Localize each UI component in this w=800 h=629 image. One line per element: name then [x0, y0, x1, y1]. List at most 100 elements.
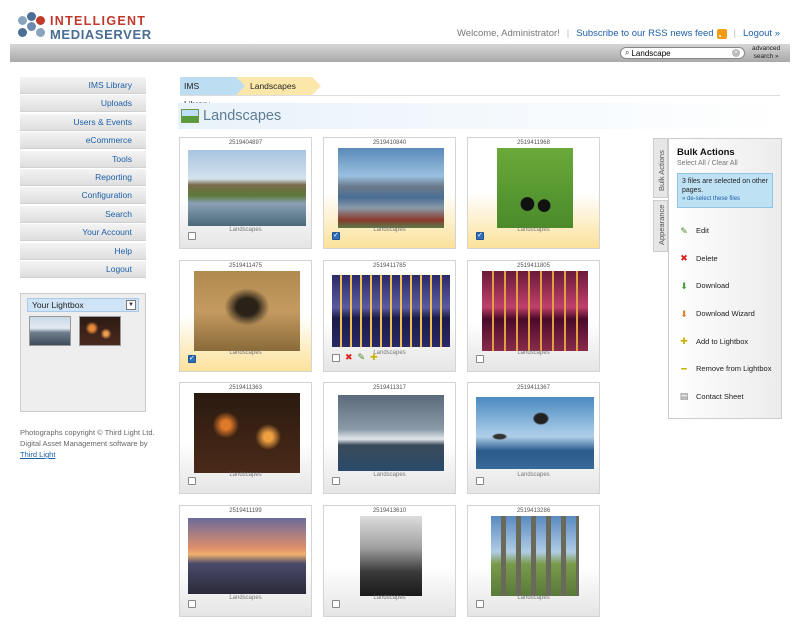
image-card[interactable]: 2519411785 Landscapes ✖ ✎ ✚	[323, 260, 456, 372]
select-all-link[interactable]: Select All	[677, 160, 706, 167]
download-icon: ⬇	[680, 280, 688, 291]
breadcrumb-ims-library[interactable]: IMS Library	[180, 77, 245, 109]
image-card[interactable]: 2519410840 Landscapes	[323, 137, 456, 249]
delete-icon: ✖	[680, 253, 688, 264]
image-card[interactable]: 2519411199 Landscapes	[179, 505, 312, 617]
image-thumbnail[interactable]	[188, 150, 306, 226]
advanced-search-line1: advanced	[752, 45, 781, 52]
download-wizard-action[interactable]: ⬇ Download Wizard	[679, 300, 771, 328]
rss-link[interactable]: Subscribe to our RSS news feed	[576, 28, 713, 39]
tab-appearance[interactable]: Appearance	[653, 200, 668, 252]
folder-image-icon	[181, 109, 199, 123]
advanced-search-link[interactable]: advanced search »	[752, 45, 780, 61]
image-collection: Landscapes	[229, 227, 262, 233]
lightbox-thumb[interactable]	[79, 316, 121, 346]
image-card[interactable]: 2519413610 Landscapes	[323, 505, 456, 617]
sidebar-item-tools[interactable]: Tools	[20, 150, 146, 168]
image-thumbnail[interactable]	[360, 516, 422, 596]
download-wizard-label: Download Wizard	[696, 309, 755, 319]
select-checkbox[interactable]	[332, 353, 340, 362]
image-thumbnail[interactable]	[497, 148, 573, 228]
select-checkbox[interactable]	[332, 600, 340, 608]
lightbox-header[interactable]: Your Lightbox ▼	[27, 298, 139, 312]
image-card[interactable]: 2519411317 Landscapes	[323, 382, 456, 494]
select-checkbox[interactable]	[476, 231, 484, 240]
contact-sheet-action[interactable]: ▤ Contact Sheet	[679, 383, 771, 411]
delete-action[interactable]: ✖ Delete	[679, 245, 771, 273]
tab-bulk-actions-label: Bulk Actions	[657, 150, 666, 191]
bulk-action-list: ✎ Edit ✖ Delete ⬇ Download ⬇ Download Wizard…	[679, 217, 772, 411]
select-checkbox[interactable]	[476, 355, 484, 363]
select-checkbox[interactable]	[188, 600, 196, 608]
image-card[interactable]: 2519411805 Landscapes	[467, 260, 600, 372]
sidebar-item-ims-library[interactable]: IMS Library	[20, 77, 146, 94]
image-collection: Landscapes	[517, 472, 550, 478]
image-card[interactable]: 2519404897 Landscapes	[179, 137, 312, 249]
search-input[interactable]: ⌕ Landscape ×	[620, 47, 745, 59]
image-thumbnail[interactable]	[482, 271, 588, 351]
image-card[interactable]: 2519411363 Landscapes	[179, 382, 312, 494]
clear-search-icon[interactable]: ×	[732, 49, 740, 57]
image-id: 2519411475	[229, 263, 262, 269]
image-collection: Landscapes	[229, 350, 262, 356]
sidebar-item-logout[interactable]: Logout	[20, 260, 146, 278]
image-id: 2519411785	[373, 263, 406, 269]
image-card[interactable]: 2519413286 Landscapes	[467, 505, 600, 617]
image-card[interactable]: 2519411968 Landscapes	[467, 137, 600, 249]
image-collection: Landscapes	[229, 595, 262, 601]
image-card[interactable]: 2519411367 Landscapes	[467, 382, 600, 494]
image-id: 2519413610	[372, 508, 407, 514]
sidebar-item-configuration[interactable]: Configuration	[20, 187, 146, 205]
sidebar-item-reporting[interactable]: Reporting	[20, 168, 146, 186]
search-icon: ⌕	[625, 48, 630, 57]
add-icon[interactable]: ✚	[370, 353, 378, 362]
image-collection: Landscapes	[373, 595, 406, 601]
sidebar-item-users-events[interactable]: Users & Events	[20, 113, 146, 131]
select-checkbox[interactable]	[332, 477, 340, 485]
sidebar-item-help[interactable]: Help	[20, 242, 146, 260]
top-links: Welcome, Administrator! | Subscribe to o…	[457, 28, 780, 39]
tab-bulk-actions[interactable]: Bulk Actions	[653, 138, 668, 198]
image-thumbnail[interactable]	[332, 275, 450, 347]
image-thumbnail[interactable]	[194, 271, 300, 351]
logo[interactable]: INTELLIGENT MEDIASERVER	[18, 12, 158, 42]
card-toolbar: ✖ ✎ ✚	[332, 353, 378, 362]
deselect-link[interactable]: » de-select these files	[682, 195, 768, 204]
image-card[interactable]: 2519411475 Landscapes	[179, 260, 312, 372]
logout-link[interactable]: Logout »	[743, 28, 780, 39]
edit-icon: ✎	[680, 225, 688, 236]
third-light-link[interactable]: Third Light	[20, 450, 55, 459]
lightbox-panel: Your Lightbox ▼	[20, 293, 146, 412]
logo-line1: INTELLIGENT	[50, 14, 147, 28]
sidebar-item-search[interactable]: Search	[20, 205, 146, 223]
image-id: 2519411199	[229, 508, 262, 514]
remove-from-lightbox-action[interactable]: ━ Remove from Lightbox	[679, 355, 771, 383]
lightbox-thumb[interactable]	[29, 316, 71, 346]
sidebar-item-your-account[interactable]: Your Account	[20, 224, 146, 242]
edit-action[interactable]: ✎ Edit	[679, 217, 771, 245]
contact-sheet-label: Contact Sheet	[696, 391, 744, 401]
download-action[interactable]: ⬇ Download	[679, 272, 771, 300]
select-checkbox[interactable]	[188, 477, 196, 485]
sidebar-item-uploads[interactable]: Uploads	[20, 95, 146, 113]
image-thumbnail[interactable]	[338, 148, 444, 228]
image-id: 2519413286	[516, 508, 551, 514]
add-to-lightbox-label: Add to Lightbox	[696, 336, 749, 346]
select-checkbox[interactable]	[332, 231, 340, 240]
select-checkbox[interactable]	[188, 232, 196, 240]
sidebar-item-ecommerce[interactable]: eCommerce	[20, 132, 146, 150]
image-thumbnail[interactable]	[491, 516, 579, 596]
clear-all-link[interactable]: Clear All	[712, 160, 738, 167]
select-checkbox[interactable]	[188, 354, 196, 363]
image-thumbnail[interactable]	[188, 518, 306, 594]
image-thumbnail[interactable]	[338, 395, 444, 471]
add-to-lightbox-action[interactable]: ✚ Add to Lightbox	[679, 327, 771, 355]
select-checkbox[interactable]	[476, 600, 484, 608]
chevron-down-icon[interactable]: ▼	[126, 300, 136, 310]
delete-icon[interactable]: ✖	[345, 353, 353, 362]
image-thumbnail[interactable]	[476, 397, 594, 469]
image-thumbnail[interactable]	[194, 393, 300, 473]
rss-icon[interactable]	[716, 28, 727, 39]
edit-icon[interactable]: ✎	[358, 353, 366, 362]
select-checkbox[interactable]	[476, 477, 484, 485]
